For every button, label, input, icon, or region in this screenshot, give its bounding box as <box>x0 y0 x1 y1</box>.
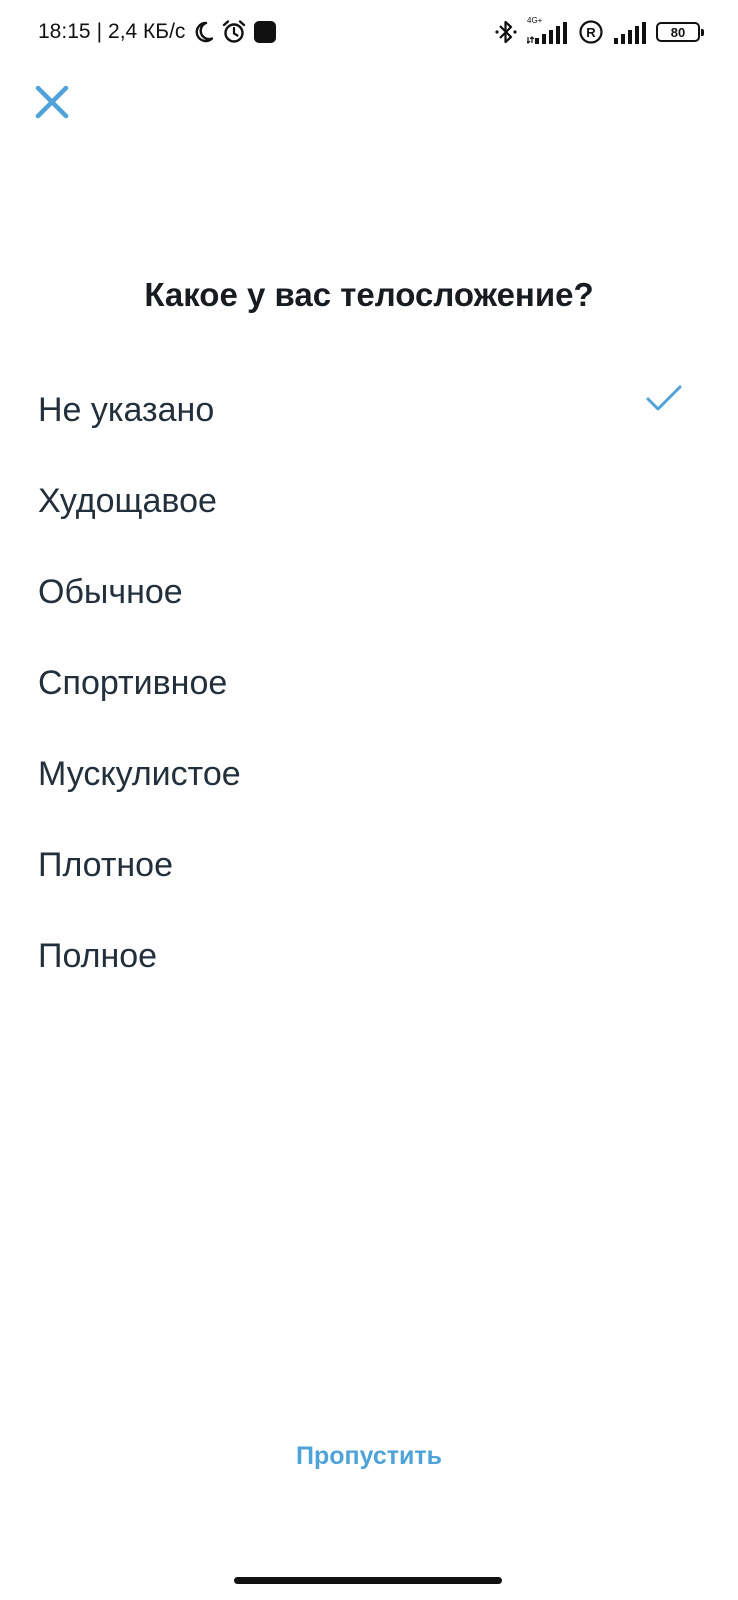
option-not-specified[interactable]: Не указано <box>0 365 738 456</box>
battery-level: 80 <box>670 24 686 40</box>
status-separator: | <box>96 20 103 43</box>
option-average[interactable]: Обычное <box>0 547 738 638</box>
option-label: Спортивное <box>38 664 228 702</box>
moon-icon <box>191 20 215 44</box>
close-button[interactable] <box>30 80 74 124</box>
option-full[interactable]: Полное <box>0 911 738 1002</box>
app-notification-icon <box>253 20 277 44</box>
option-muscular[interactable]: Мускулистое <box>0 729 738 820</box>
close-icon <box>35 85 69 119</box>
alarm-icon <box>221 19 247 45</box>
option-athletic[interactable]: Спортивное <box>0 638 738 729</box>
option-label: Плотное <box>38 846 173 884</box>
check-icon <box>646 385 682 411</box>
network-speed: 2,4 КБ/с <box>108 20 186 43</box>
option-label: Мускулистое <box>38 755 241 793</box>
option-label: Худощавое <box>38 482 217 520</box>
option-label: Не указано <box>38 391 215 429</box>
cellular-signal-icon <box>613 18 647 46</box>
home-indicator[interactable] <box>234 1577 502 1584</box>
svg-text:R: R <box>586 25 596 40</box>
battery-icon: 80 <box>656 22 704 42</box>
roaming-icon: R <box>578 19 604 45</box>
bluetooth-icon <box>494 18 518 46</box>
status-bar-right: 4G+ R 80 <box>494 16 704 46</box>
skip-button[interactable]: Пропустить <box>0 1442 738 1471</box>
network-type-label: 4G+ <box>527 16 543 25</box>
status-bar: 18:15 | 2,4 КБ/с 4G+ R 80 <box>0 0 738 64</box>
option-slim[interactable]: Худощавое <box>0 456 738 547</box>
cellular-signal-4g-icon: 4G+ <box>527 16 569 46</box>
option-label: Полное <box>38 937 158 975</box>
option-label: Обычное <box>38 573 183 611</box>
option-stocky[interactable]: Плотное <box>0 820 738 911</box>
status-time: 18:15 <box>38 20 91 43</box>
page-title: Какое у вас телосложение? <box>144 276 594 313</box>
status-bar-left: 18:15 | 2,4 КБ/с <box>38 18 277 46</box>
body-type-options-list: Не указано Худощавое Обычное Спортивное … <box>0 365 738 1002</box>
